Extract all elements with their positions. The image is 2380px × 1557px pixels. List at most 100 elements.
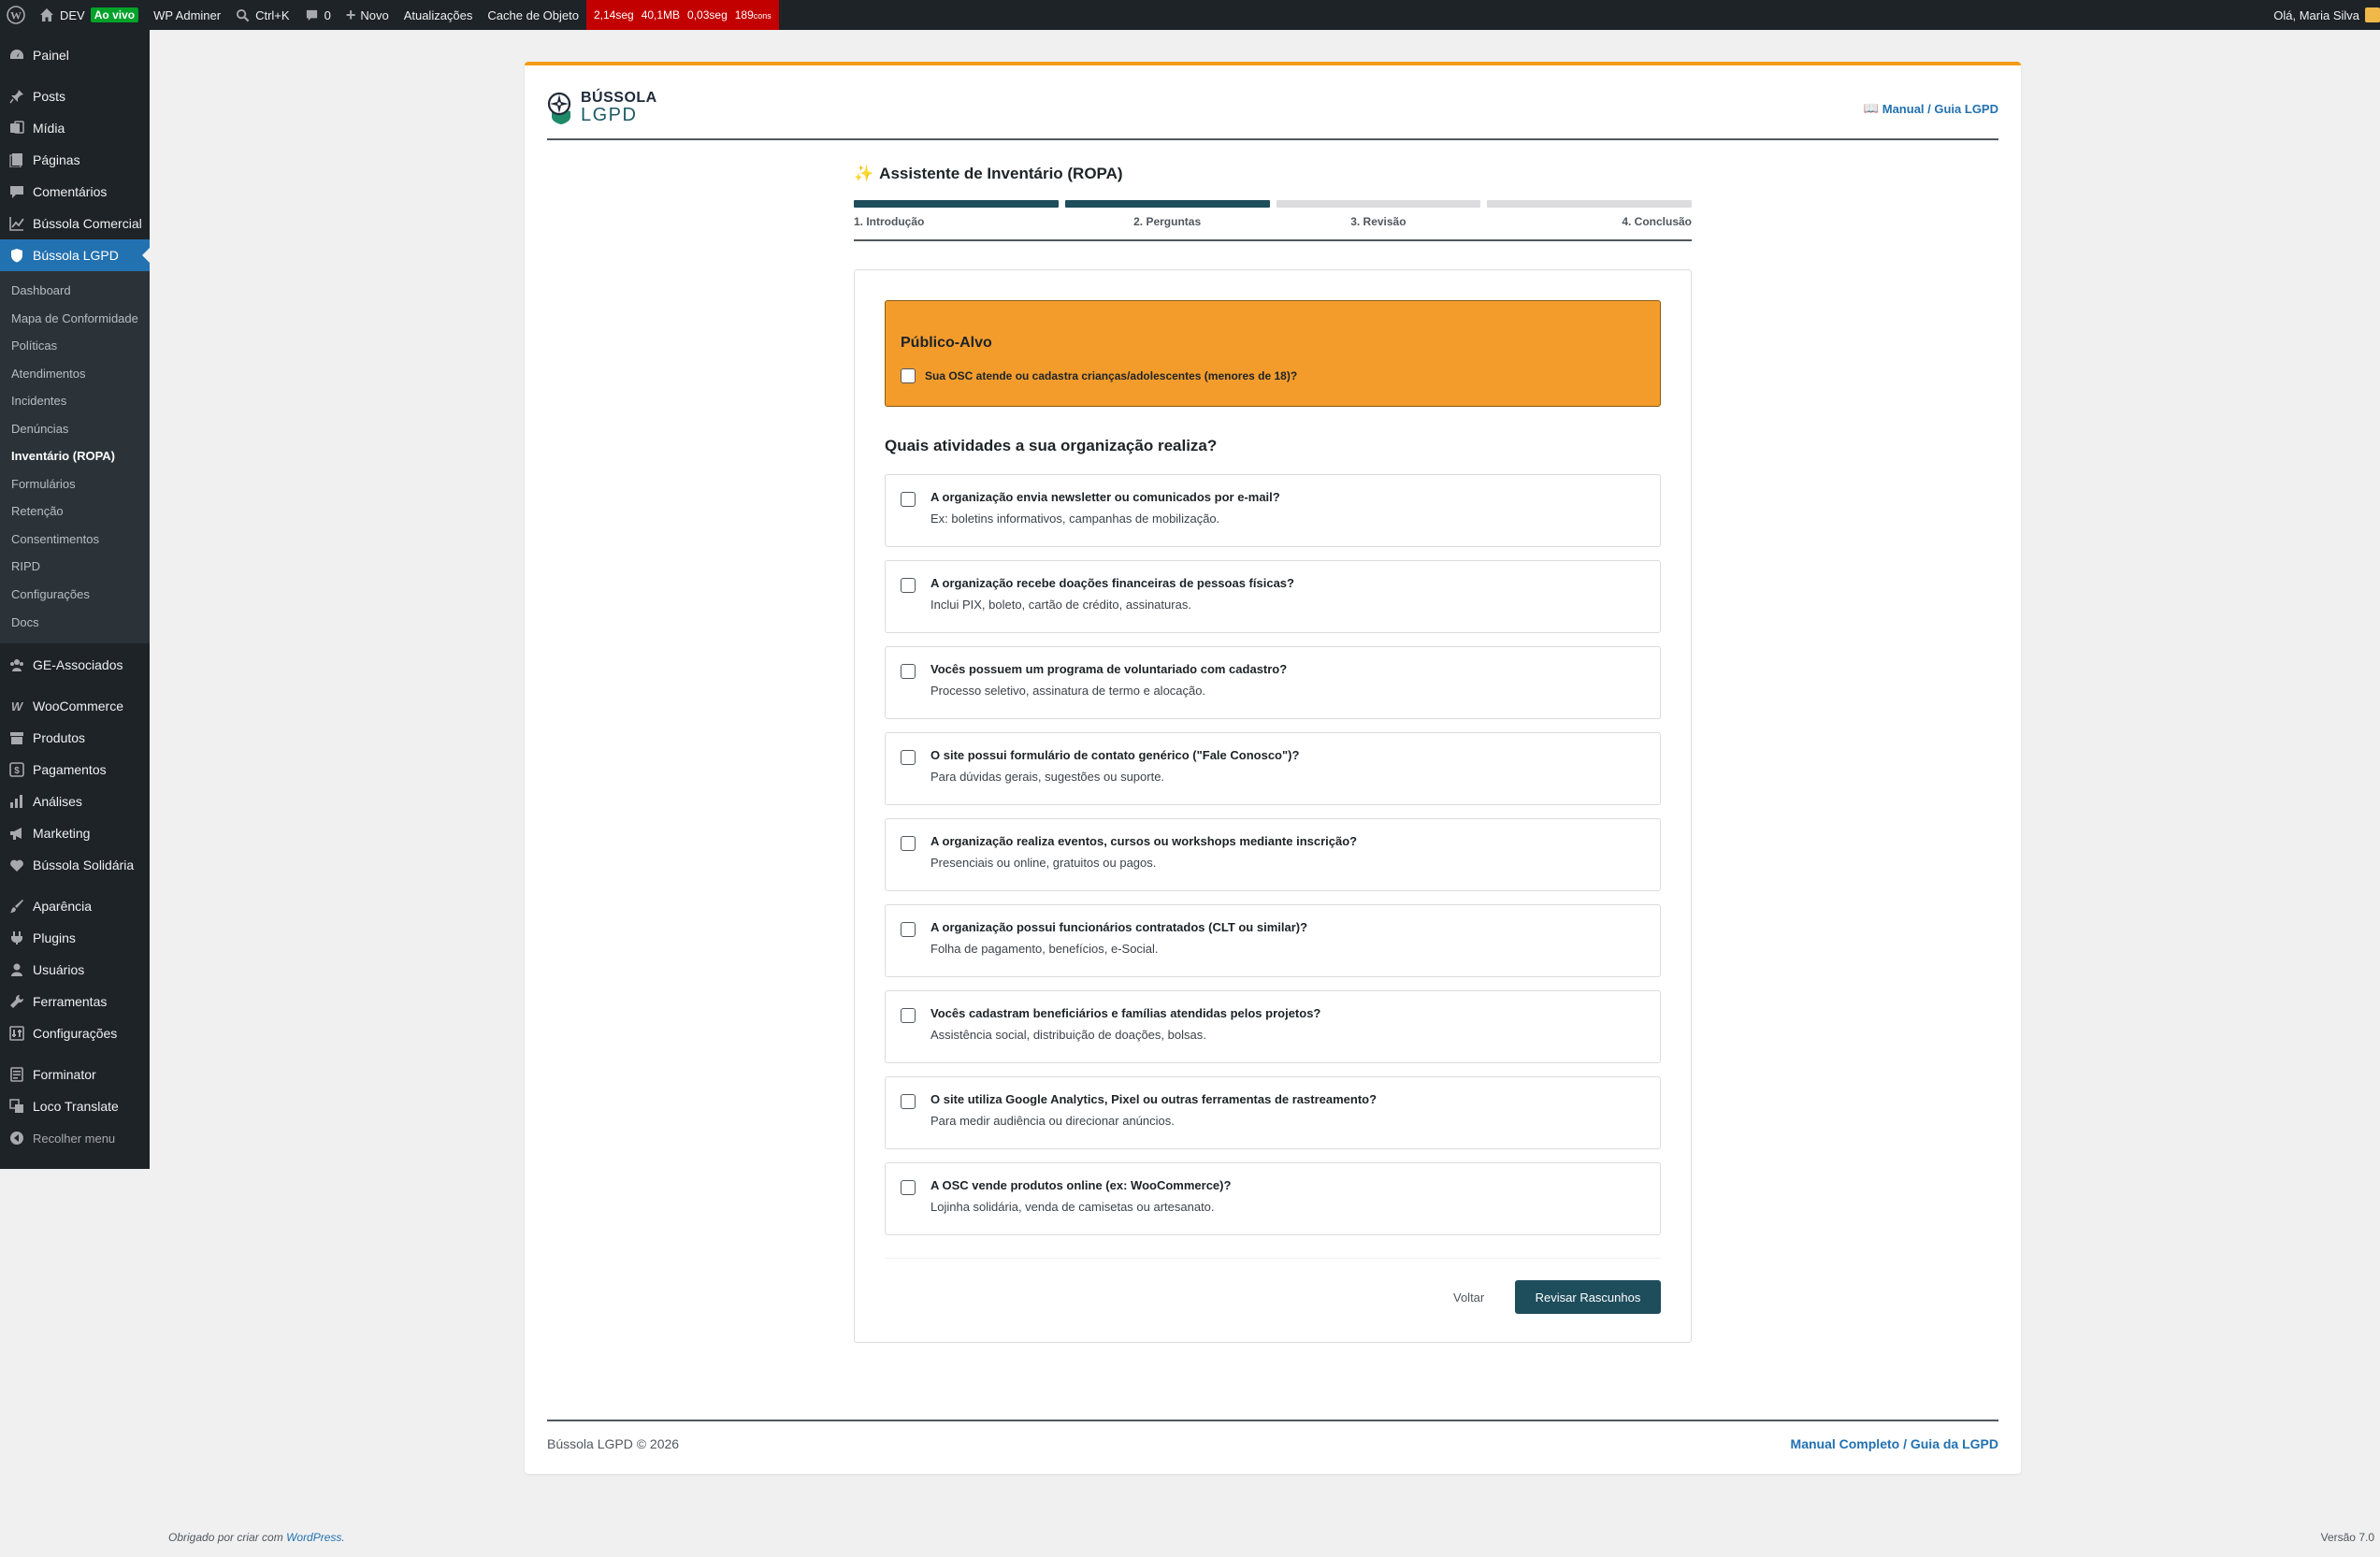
manual-guide-link[interactable]: 📖 Manual / Guia LGPD	[1864, 101, 1998, 116]
updates-link[interactable]: Atualizações	[397, 0, 481, 30]
submenu-item-docs[interactable]: Docs	[0, 609, 150, 637]
activity-option[interactable]: A organização realiza eventos, cursos ou…	[885, 818, 1661, 891]
menu-item-marketing[interactable]: Marketing	[0, 817, 150, 849]
submenu-item-politicas[interactable]: Políticas	[0, 332, 150, 360]
compass-shield-icon	[547, 92, 571, 124]
activity-title: Vocês possuem um programa de voluntariad…	[930, 662, 1288, 676]
activity-option[interactable]: A organização envia newsletter ou comuni…	[885, 474, 1661, 547]
submenu-item-ripd[interactable]: RIPD	[0, 553, 150, 581]
dollar-icon: $	[8, 761, 25, 778]
activity-checkbox[interactable]	[901, 922, 916, 937]
wordpress-logo-icon[interactable]: W	[0, 0, 32, 30]
logo-line1: BÚSSOLA	[581, 90, 657, 106]
menu-label: Painel	[33, 48, 69, 63]
media-icon	[8, 120, 25, 137]
pages-icon	[8, 151, 25, 168]
submenu-item-inventario[interactable]: Inventário (ROPA)	[0, 442, 150, 470]
submenu-item-retencao[interactable]: Retenção	[0, 497, 150, 526]
copyright: Bússola LGPD © 2026	[547, 1436, 680, 1451]
activity-title: O site possui formulário de contato gené…	[930, 748, 1300, 762]
activity-checkbox[interactable]	[901, 578, 916, 593]
lgpd-submenu: Dashboard Mapa de Conformidade Políticas…	[0, 271, 150, 644]
activity-option[interactable]: A organização possui funcionários contra…	[885, 904, 1661, 977]
menu-item-bussola-comercial[interactable]: Bússola Comercial	[0, 208, 150, 239]
menu-item-posts[interactable]: Posts	[0, 80, 150, 112]
activity-checkbox[interactable]	[901, 492, 916, 507]
menu-item-usuarios[interactable]: Usuários	[0, 954, 150, 986]
new-content-link[interactable]: + Novo	[339, 0, 397, 30]
menu-item-paginas[interactable]: Páginas	[0, 144, 150, 176]
menu-label: Posts	[33, 89, 66, 104]
activity-title: A OSC vende produtos online (ex: WooComm…	[930, 1178, 1232, 1192]
submenu-item-consentimentos[interactable]: Consentimentos	[0, 526, 150, 554]
menu-item-woocommerce[interactable]: W WooCommerce	[0, 690, 150, 722]
activity-option[interactable]: Vocês possuem um programa de voluntariad…	[885, 646, 1661, 719]
activity-checkbox[interactable]	[901, 1094, 916, 1109]
activity-option[interactable]: A OSC vende produtos online (ex: WooComm…	[885, 1162, 1661, 1235]
activity-option[interactable]: Vocês cadastram beneficiários e famílias…	[885, 990, 1661, 1063]
menu-item-configuracoes[interactable]: Configurações	[0, 1017, 150, 1049]
menu-item-produtos[interactable]: Produtos	[0, 722, 150, 754]
activity-checkbox[interactable]	[901, 1180, 916, 1195]
submenu-item-incidentes[interactable]: Incidentes	[0, 387, 150, 415]
dashboard-icon	[8, 47, 25, 64]
admin-sidebar: Painel Posts Mídia Páginas Comentários B…	[0, 30, 150, 1169]
menu-item-forminator[interactable]: Forminator	[0, 1059, 150, 1090]
qm-time: 2,14seg	[593, 8, 634, 22]
wp-adminer-link[interactable]: WP Adminer	[146, 0, 228, 30]
menu-label: Usuários	[33, 962, 85, 978]
collapse-label: Recolher menu	[33, 1131, 116, 1146]
object-cache-link[interactable]: Cache de Objeto	[480, 0, 586, 30]
submenu-item-configuracoes[interactable]: Configurações	[0, 581, 150, 609]
collapse-menu-button[interactable]: Recolher menu	[0, 1122, 150, 1154]
menu-item-bussola-solidaria[interactable]: Bússola Solidária	[0, 849, 150, 881]
menu-item-analises[interactable]: Análises	[0, 786, 150, 817]
menu-item-aparencia[interactable]: Aparência	[0, 890, 150, 922]
command-palette-button[interactable]: Ctrl+K	[228, 0, 296, 30]
menu-label: Comentários	[33, 184, 108, 199]
thanks-text: Obrigado por criar com	[168, 1531, 283, 1544]
my-account-link[interactable]: Olá, Maria Silva	[2266, 0, 2380, 30]
menu-item-ge-associados[interactable]: GE-Associados	[0, 649, 150, 681]
menu-item-comentarios[interactable]: Comentários	[0, 176, 150, 208]
comment-bubble-icon	[306, 9, 317, 21]
menu-item-pagamentos[interactable]: $ Pagamentos	[0, 754, 150, 786]
menu-item-midia[interactable]: Mídia	[0, 112, 150, 144]
submenu-item-dashboard[interactable]: Dashboard	[0, 277, 150, 305]
wordpress-link[interactable]: WordPress.	[286, 1531, 345, 1544]
comments-link[interactable]: 0	[297, 0, 339, 30]
main-card: BÚSSOLA LGPD 📖 Manual / Guia LGPD ✨ Assi…	[525, 62, 2021, 1474]
site-name-link[interactable]: DEV Ao vivo	[32, 0, 146, 30]
activity-checkbox[interactable]	[901, 750, 916, 765]
wizard-steps: 1. Introdução 2. Perguntas 3. Revisão 4.…	[854, 200, 1692, 228]
submenu-item-denuncias[interactable]: Denúncias	[0, 415, 150, 443]
step-conclusao: 4. Conclusão	[1487, 200, 1692, 228]
bar-chart-icon	[8, 793, 25, 810]
back-button[interactable]: Voltar	[1453, 1280, 1484, 1314]
manual-complete-link[interactable]: Manual Completo / Guia da LGPD	[1791, 1436, 1998, 1451]
menu-label: GE-Associados	[33, 657, 123, 673]
menu-item-plugins[interactable]: Plugins	[0, 922, 150, 954]
activity-checkbox[interactable]	[901, 664, 916, 679]
activity-option[interactable]: A organização recebe doações financeiras…	[885, 560, 1661, 633]
activity-option[interactable]: O site possui formulário de contato gené…	[885, 732, 1661, 805]
menu-label: Aparência	[33, 899, 93, 915]
menu-item-painel[interactable]: Painel	[0, 39, 150, 71]
query-monitor-panel[interactable]: 2,14seg 40,1MB 0,03seg 189cons	[585, 0, 779, 30]
activity-option[interactable]: O site utiliza Google Analytics, Pixel o…	[885, 1076, 1661, 1149]
minors-checkbox[interactable]	[901, 368, 916, 383]
collapse-arrow-icon	[8, 1130, 25, 1146]
menu-item-ferramentas[interactable]: Ferramentas	[0, 986, 150, 1017]
minors-question[interactable]: Sua OSC atende ou cadastra crianças/adol…	[901, 368, 1645, 383]
menu-item-loco-translate[interactable]: Loco Translate	[0, 1090, 150, 1122]
submenu-item-formularios[interactable]: Formulários	[0, 470, 150, 498]
submenu-item-atendimentos[interactable]: Atendimentos	[0, 360, 150, 388]
step-revisao: 3. Revisão	[1276, 200, 1481, 228]
activity-checkbox[interactable]	[901, 1008, 916, 1023]
submenu-item-mapa-conformidade[interactable]: Mapa de Conformidade	[0, 305, 150, 333]
activity-checkbox[interactable]	[901, 836, 916, 851]
activity-title: A organização realiza eventos, cursos ou…	[930, 834, 1358, 848]
review-drafts-button[interactable]: Revisar Rascunhos	[1515, 1280, 1661, 1314]
menu-item-bussola-lgpd[interactable]: Bússola LGPD	[0, 239, 150, 271]
activity-desc: Folha de pagamento, benefícios, e-Social…	[930, 942, 1159, 956]
